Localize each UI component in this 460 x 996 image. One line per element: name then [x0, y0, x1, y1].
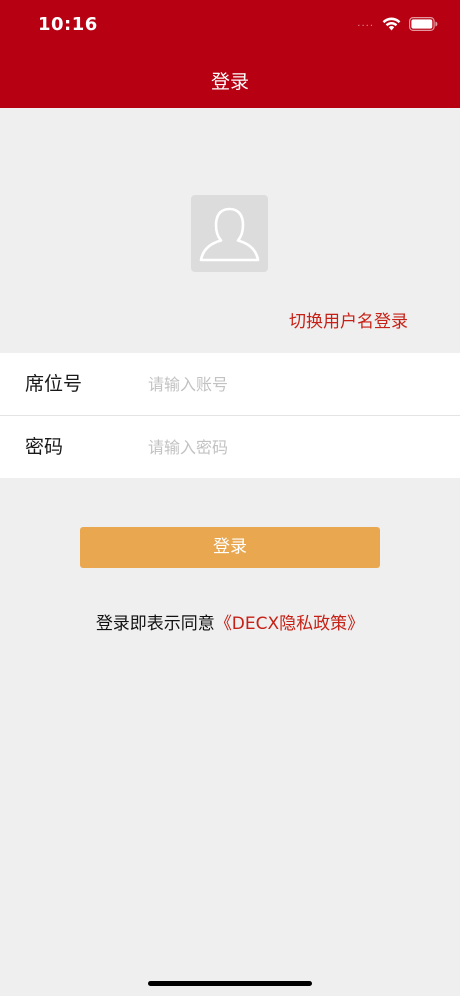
home-indicator[interactable] [148, 981, 312, 986]
seat-number-input[interactable] [148, 369, 428, 399]
user-avatar-placeholder-icon [199, 207, 260, 262]
policy-prefix-text: 登录即表示同意 [95, 614, 215, 634]
password-input[interactable] [148, 432, 428, 462]
login-button[interactable]: 登录 [80, 527, 380, 568]
password-row: 密码 [0, 415, 460, 478]
status-icons: .... [357, 16, 438, 32]
login-form: 席位号 密码 [0, 353, 460, 478]
seat-number-label: 席位号 [25, 373, 83, 395]
avatar [191, 195, 268, 272]
page-title: 登录 [210, 71, 249, 93]
nav-header: 10:16 .... 登录 [0, 0, 460, 108]
switch-username-login-link[interactable]: 切换用户名登录 [289, 311, 408, 333]
status-bar: 10:16 .... [0, 0, 460, 50]
signal-dots: .... [357, 18, 374, 29]
status-time: 10:16 [38, 14, 98, 35]
privacy-policy-notice: 登录即表示同意《DECX隐私政策》 [0, 612, 460, 636]
password-label: 密码 [25, 436, 64, 458]
wifi-icon [382, 17, 401, 31]
seat-number-row: 席位号 [0, 353, 460, 415]
privacy-policy-link[interactable]: 《DECX隐私政策》 [215, 614, 364, 634]
battery-icon [409, 17, 438, 31]
